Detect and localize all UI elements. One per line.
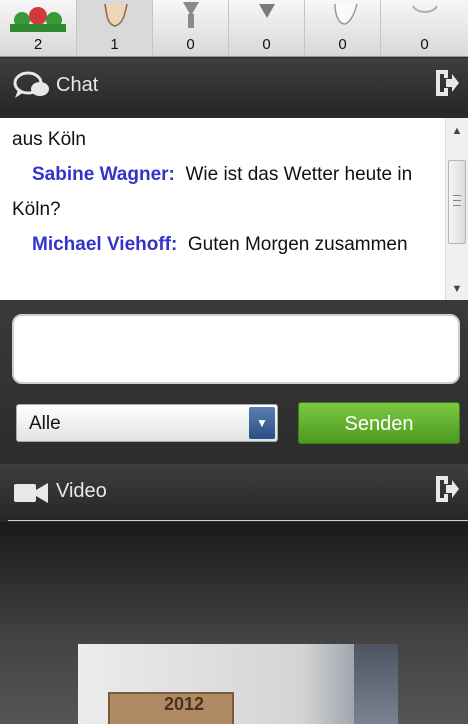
person-icon	[183, 2, 199, 28]
message-input[interactable]	[12, 314, 460, 384]
raise-hand-icon	[104, 3, 128, 27]
message-text: Guten Morgen zusammen	[187, 234, 408, 255]
reaction-count: 0	[186, 36, 195, 53]
thumbs-down-icon	[259, 4, 275, 18]
chat-input-area: Alle ▼ Senden	[0, 300, 468, 464]
chat-messages: aus Köln Sabine Wagner: Wie ist das Wett…	[12, 122, 434, 262]
device-image	[354, 644, 398, 724]
send-button[interactable]: Senden	[298, 402, 460, 444]
detach-video-icon[interactable]	[434, 474, 460, 504]
divider	[8, 520, 468, 521]
chat-log[interactable]: aus Köln Sabine Wagner: Wie ist das Wett…	[0, 118, 468, 300]
recipient-value: Alle	[29, 413, 61, 434]
reaction-count: 0	[420, 36, 429, 53]
reaction-group[interactable]: 2	[0, 0, 76, 56]
recipient-select[interactable]: Alle ▼	[16, 404, 278, 442]
reaction-raise-hand[interactable]: 1	[76, 0, 152, 56]
reaction-thumbs-up[interactable]: 0	[304, 0, 380, 56]
video-area[interactable]: 2012	[0, 522, 468, 724]
reaction-person[interactable]: 0	[152, 0, 228, 56]
message-author[interactable]: Sabine Wagner:	[12, 164, 175, 185]
chevron-down-icon[interactable]: ▼	[249, 407, 275, 439]
video-title: Video	[56, 480, 107, 502]
video-header: Video	[0, 464, 468, 520]
thumbnail-text: 2012	[164, 694, 205, 714]
reaction-count: 0	[262, 36, 271, 53]
detach-chat-icon[interactable]	[434, 68, 460, 98]
reaction-count: 1	[110, 36, 119, 53]
reaction-smiley[interactable]: 0	[380, 0, 468, 56]
chat-header: Chat	[0, 58, 468, 114]
message-text: aus Köln	[12, 129, 86, 150]
message-author[interactable]: Michael Viehoff:	[12, 234, 177, 255]
chat-message: aus Köln	[12, 122, 434, 157]
chat-message: Michael Viehoff: Guten Morgen zusammen	[12, 227, 434, 262]
smiley-icon	[412, 5, 438, 13]
group-icon	[10, 7, 66, 32]
thumbs-up-icon	[334, 3, 358, 25]
scroll-up-icon[interactable]: ▲	[446, 122, 468, 140]
reaction-bar: 2 1 0 0 0 0	[0, 0, 468, 57]
chat-bubbles-icon	[13, 71, 49, 98]
video-thumbnail[interactable]: 2012	[78, 644, 398, 724]
video-camera-icon	[14, 483, 48, 503]
chat-title: Chat	[56, 74, 99, 96]
chat-scrollbar[interactable]: ▲ ▼	[445, 118, 468, 300]
reaction-count: 0	[338, 36, 347, 53]
scroll-thumb[interactable]	[448, 160, 466, 244]
chat-message: Sabine Wagner: Wie ist das Wetter heute …	[12, 157, 434, 227]
reaction-thumbs-down[interactable]: 0	[228, 0, 304, 56]
scroll-down-icon[interactable]: ▼	[446, 280, 468, 298]
reaction-count: 2	[33, 36, 43, 53]
